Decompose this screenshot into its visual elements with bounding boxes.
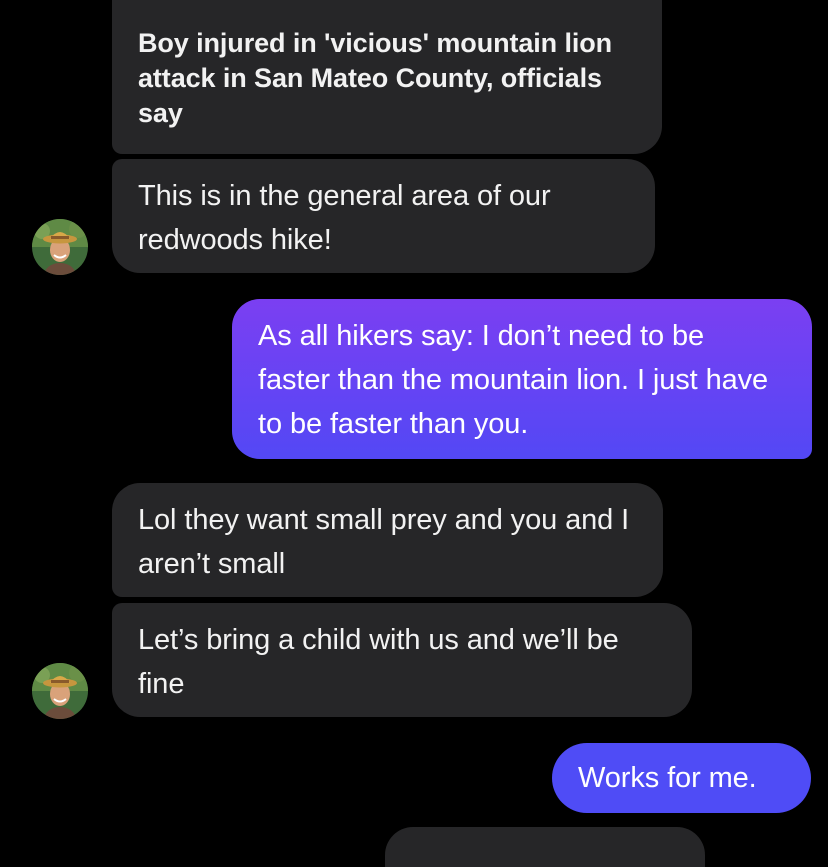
message-text: Let’s bring a child with us and we’ll be…: [138, 624, 619, 700]
message-text: As all hikers say: I don’t need to be fa…: [258, 320, 769, 440]
message-thread: Boy injured in 'vicious' mountain lion a…: [0, 0, 828, 867]
message-bubble-incoming[interactable]: This is in the general area of our redwo…: [112, 159, 655, 273]
message-bubble-outgoing[interactable]: As all hikers say: I don’t need to be fa…: [232, 299, 812, 459]
message-bubble-outgoing[interactable]: Works for me.: [552, 743, 811, 813]
message-bubble-incoming-partial[interactable]: [385, 827, 705, 867]
avatar-image: [32, 219, 88, 275]
avatar-image: [32, 663, 88, 719]
link-preview-title: Boy injured in 'vicious' mountain lion a…: [138, 28, 613, 128]
message-text: Lol they want small prey and you and I a…: [138, 504, 630, 580]
contact-avatar-icon[interactable]: [32, 219, 88, 275]
message-text: This is in the general area of our redwo…: [138, 180, 551, 256]
message-bubble-incoming[interactable]: Let’s bring a child with us and we’ll be…: [112, 603, 692, 717]
link-preview-bubble[interactable]: Boy injured in 'vicious' mountain lion a…: [112, 0, 662, 154]
message-bubble-incoming[interactable]: Lol they want small prey and you and I a…: [112, 483, 663, 597]
contact-avatar-icon[interactable]: [32, 663, 88, 719]
message-text: Works for me.: [578, 762, 757, 794]
